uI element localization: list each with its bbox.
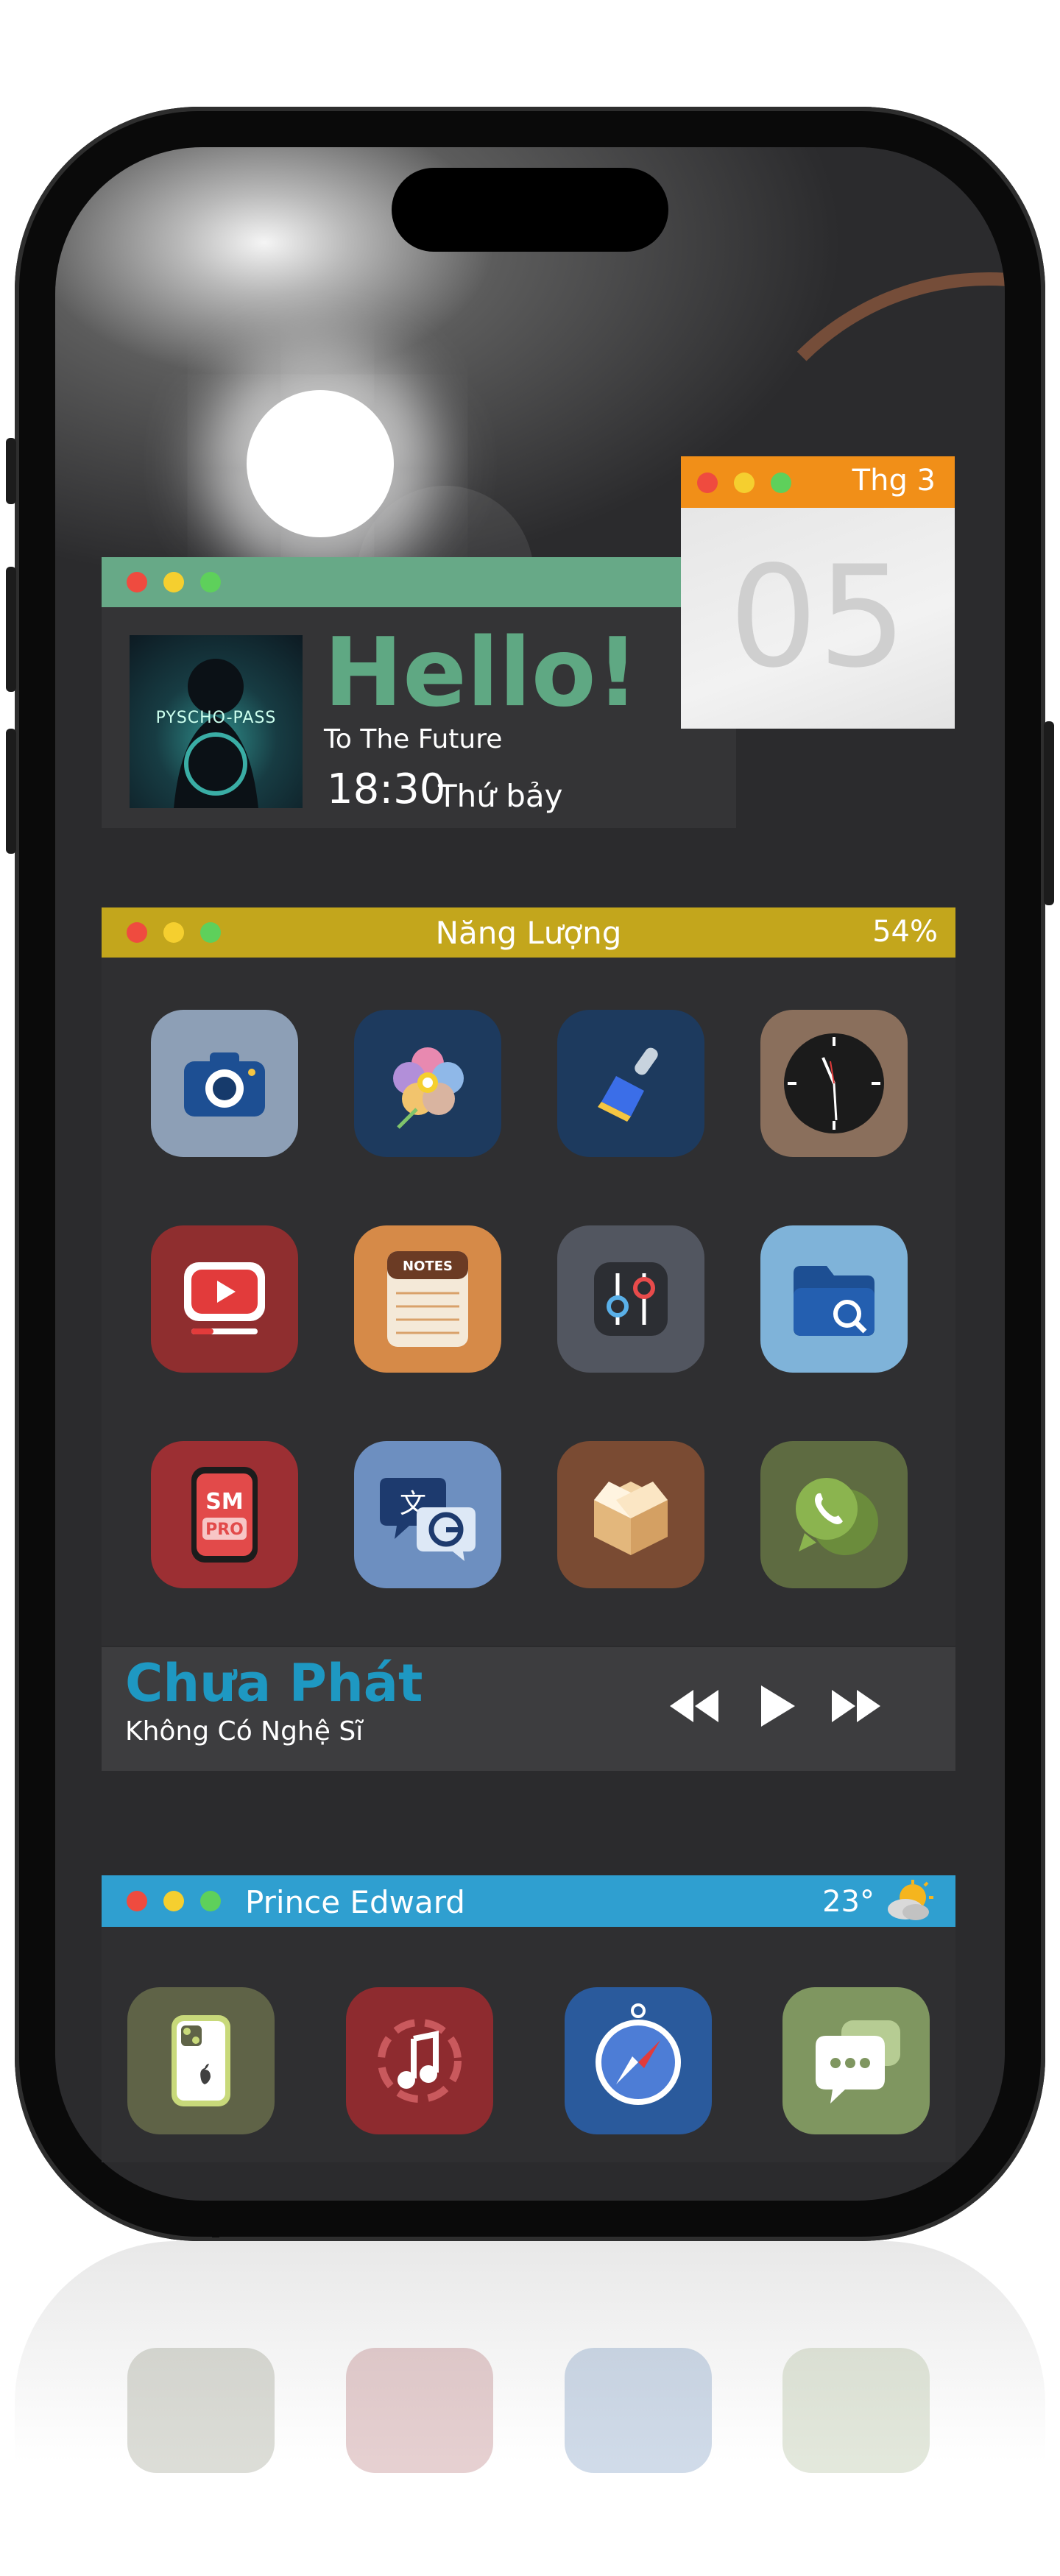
notes-app-icon[interactable]: NOTES <box>354 1225 501 1373</box>
translate-app-icon[interactable]: 文 <box>354 1441 501 1588</box>
minimize-dot-icon[interactable] <box>163 572 184 592</box>
calendar-date: 05 <box>729 536 907 698</box>
fast-forward-icon <box>832 1690 880 1722</box>
messages-app-icon[interactable] <box>782 1987 930 2134</box>
calendar-widget[interactable]: 05 <box>681 508 955 729</box>
volume-up-button[interactable] <box>6 567 16 692</box>
maximize-dot-icon[interactable] <box>200 1891 221 1911</box>
weather-city: Prince Edward <box>245 1884 465 1920</box>
whatsapp-app-icon[interactable] <box>760 1441 908 1588</box>
safari-app-icon[interactable] <box>565 1987 712 2134</box>
hello-widget-titlebar <box>102 557 736 607</box>
close-dot-icon[interactable] <box>697 473 718 493</box>
play-button[interactable] <box>757 1682 798 1733</box>
partly-cloudy-icon <box>886 1880 933 1925</box>
maximize-dot-icon[interactable] <box>771 473 791 493</box>
package-app-icon[interactable] <box>557 1441 704 1588</box>
clock-app-icon[interactable] <box>760 1010 908 1157</box>
reflection-app <box>127 2348 275 2473</box>
track-title: Chưa Phát <box>125 1653 423 1713</box>
photos-app-icon[interactable] <box>354 1010 501 1157</box>
volume-down-button[interactable] <box>6 729 16 854</box>
music-player-widget: Chưa Phát Không Có Nghệ Sĩ <box>102 1647 955 1771</box>
rewind-button[interactable] <box>668 1685 720 1730</box>
reflection-app <box>346 2348 493 2473</box>
close-dot-icon[interactable] <box>127 1891 147 1911</box>
hello-title: Hello! <box>324 618 639 728</box>
rewind-icon <box>670 1690 718 1722</box>
notes-label: NOTES <box>403 1259 453 1274</box>
energy-widget-titlebar: Năng Lượng 54% <box>102 907 955 958</box>
calendar-widget-titlebar: Thg 3 <box>681 456 955 508</box>
camera-app-icon[interactable] <box>151 1010 298 1157</box>
weather-temperature: 23° <box>822 1885 875 1919</box>
sm-pro-app-icon[interactable]: SM PRO <box>151 1441 298 1588</box>
hello-subtitle: To The Future <box>324 724 503 754</box>
sm-label: SM <box>205 1489 243 1515</box>
minimize-dot-icon[interactable] <box>734 473 755 493</box>
clock-time: 18:30 <box>327 765 446 813</box>
close-dot-icon[interactable] <box>127 572 147 592</box>
fast-forward-button[interactable] <box>830 1685 882 1730</box>
maximize-dot-icon[interactable] <box>200 572 221 592</box>
find-my-app-icon[interactable] <box>127 1987 275 2134</box>
power-button[interactable] <box>1044 721 1054 905</box>
minimize-dot-icon[interactable] <box>163 1891 184 1911</box>
album-art-text: PYSCHO-PASS <box>155 709 277 727</box>
track-artist: Không Có Nghệ Sĩ <box>125 1716 364 1747</box>
dynamic-island <box>392 168 668 252</box>
mute-switch[interactable] <box>6 438 16 504</box>
energy-title: Năng Lượng <box>435 915 622 951</box>
calendar-month: Thg 3 <box>852 464 936 498</box>
settings-app-icon[interactable] <box>557 1225 704 1373</box>
pro-label: PRO <box>205 1521 244 1539</box>
reflection-app <box>565 2348 712 2473</box>
weather-widget-titlebar: Prince Edward 23° <box>102 1875 955 1927</box>
home-indicator <box>212 2230 219 2237</box>
youtube-app-icon[interactable] <box>151 1225 298 1373</box>
cleaner-app-icon[interactable] <box>557 1010 704 1157</box>
day-of-week: Thứ bảy <box>438 778 563 814</box>
reflection-app <box>782 2348 930 2473</box>
files-app-icon[interactable] <box>760 1225 908 1373</box>
album-art[interactable]: PYSCHO-PASS <box>130 635 303 808</box>
sun-glow <box>247 390 394 537</box>
music-app-icon[interactable] <box>346 1987 493 2134</box>
battery-percent: 54% <box>872 915 938 949</box>
play-icon <box>761 1685 795 1727</box>
